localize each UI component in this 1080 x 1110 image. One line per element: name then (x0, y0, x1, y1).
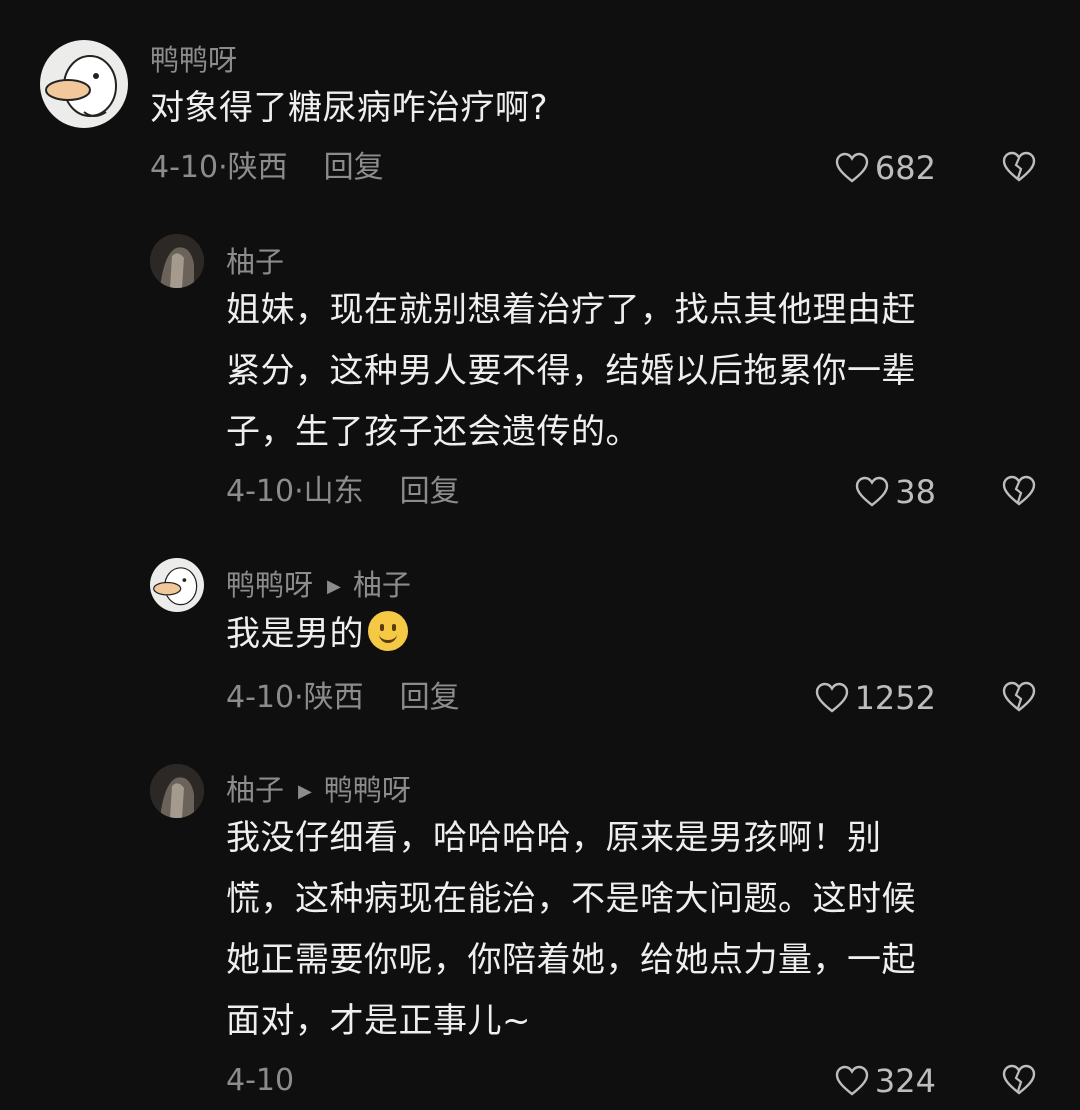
reply-button[interactable]: 回复 (400, 680, 460, 715)
comment-date: 4-10 (226, 1063, 295, 1098)
comment-text: 我没仔细看，哈哈哈哈，原来是男孩啊！别 慌，这种病现在能治，不是啥大问题。这时候… (226, 818, 916, 1041)
comment-meta: 4-10·山东 回复 (226, 474, 460, 510)
comment-author[interactable]: 鸭鸭呀 ▶ 柚子 (226, 567, 411, 605)
triangle-right-icon: ▶ (298, 781, 312, 802)
like-count: 682 (874, 149, 936, 187)
comment-author[interactable]: 柚子 ▶ 鸭鸭呀 (226, 772, 411, 810)
avatar[interactable] (150, 764, 204, 818)
comment-author[interactable]: 鸭鸭呀 (150, 42, 237, 78)
reply-button[interactable]: 回复 (324, 150, 384, 185)
smile-emoji (368, 611, 408, 651)
reply-to-name[interactable]: 鸭鸭呀 (324, 773, 411, 807)
broken-heart-icon[interactable] (1002, 150, 1036, 184)
like-button[interactable]: 38 (855, 474, 936, 510)
comment-meta: 4-10 (226, 1063, 294, 1099)
comment-text: 姐妹，现在就别想着治疗了，找点其他理由赶 紧分，这种男人要不得，结婚以后拖累你一… (226, 290, 916, 452)
photo-avatar-icon (150, 764, 204, 818)
avatar[interactable] (150, 558, 204, 612)
like-button[interactable]: 682 (835, 150, 936, 186)
comment-meta: 4-10·陕西 回复 (226, 680, 460, 716)
reply-to-name[interactable]: 柚子 (353, 568, 411, 602)
comment-author[interactable]: 柚子 (226, 244, 284, 280)
comment-date-location: 4-10·陕西 (150, 150, 288, 185)
broken-heart-icon[interactable] (1002, 680, 1036, 714)
comment-meta: 4-10·陕西 回复 (150, 150, 384, 186)
like-count: 1252 (854, 679, 936, 717)
reply-button[interactable]: 回复 (400, 474, 460, 509)
photo-avatar-icon (150, 234, 204, 288)
like-count: 38 (895, 473, 936, 511)
heart-outline-icon (835, 1065, 869, 1096)
like-count: 324 (874, 1062, 936, 1100)
broken-heart-icon[interactable] (1002, 1063, 1036, 1097)
comment-text: 我是男的 (226, 604, 1026, 665)
triangle-right-icon: ▶ (327, 576, 341, 597)
duck-avatar-icon (45, 55, 117, 117)
comment-text: 对象得了糖尿病咋治疗啊? (150, 88, 549, 128)
avatar[interactable] (150, 234, 204, 288)
like-button[interactable]: 1252 (815, 680, 936, 716)
comment-date-location: 4-10·陕西 (226, 680, 364, 715)
avatar[interactable] (40, 40, 128, 128)
heart-outline-icon (856, 476, 889, 507)
heart-outline-icon (815, 682, 848, 713)
duck-avatar-icon (153, 567, 198, 606)
comment-date-location: 4-10·山东 (226, 474, 364, 509)
heart-outline-icon (835, 152, 869, 183)
broken-heart-icon[interactable] (1002, 474, 1036, 508)
like-button[interactable]: 324 (835, 1063, 936, 1099)
